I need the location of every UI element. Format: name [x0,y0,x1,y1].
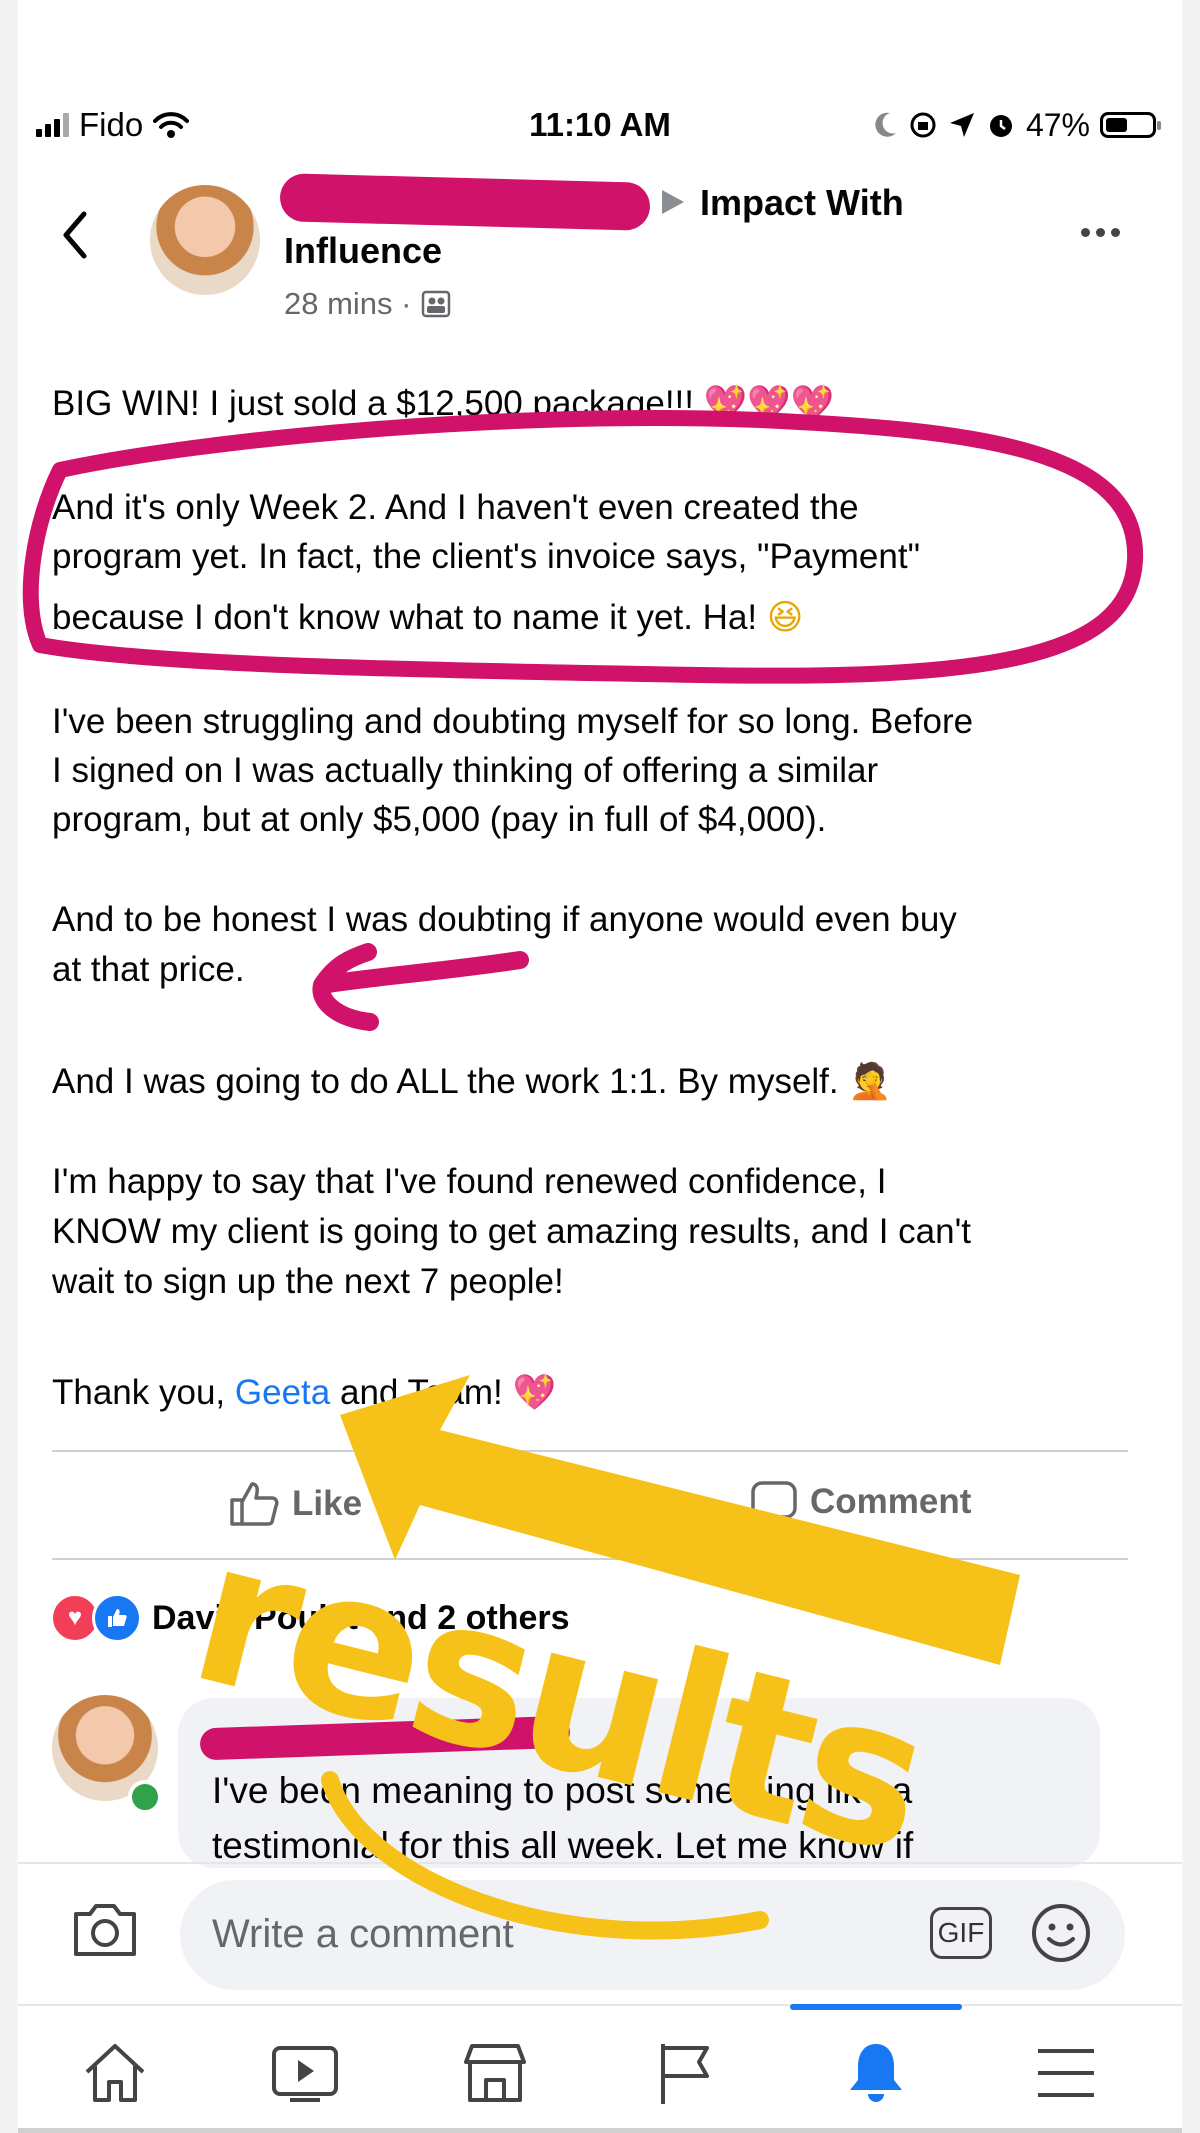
laughing-emoji: 😆 [766,598,804,638]
post-line-3: program yet. In fact, the client's invoi… [52,537,921,576]
author-avatar[interactable] [150,185,260,295]
post-line-11: I'm happy to say that I've found renewed… [52,1162,887,1201]
post-text: because I don't know what to name it yet… [52,598,758,637]
post-text: BIG WIN! I just sold a $12,500 package!!… [52,384,694,423]
group-name-continued[interactable]: Influence [284,230,442,272]
back-chevron-icon[interactable] [60,210,90,260]
post-text: And I was going to do ALL the work 1:1. … [52,1062,839,1101]
location-icon [949,113,974,137]
thumbs-up-icon [230,1482,279,1526]
moon-icon [875,112,896,137]
hamburger-menu-icon [1038,2049,1094,2097]
like-label: Like [292,1484,363,1523]
more-options-icon[interactable] [1081,228,1120,237]
emoji-picker-icon[interactable] [1030,1902,1092,1964]
mention-link[interactable]: Geeta [235,1373,330,1412]
post-line-7: program, but at only $5,000 (pay in full… [52,800,827,839]
screen-bottom-edge [18,2128,1182,2133]
post-time: 28 mins · [284,286,412,321]
sparkling-heart-emoji: 💖 [512,1373,557,1413]
battery-icon [1100,112,1161,138]
divider [52,1450,1128,1452]
post-line-10: And I was going to do ALL the work 1:1. … [52,1061,892,1102]
sparkling-hearts-emoji: 💖💖💖 [703,384,835,424]
bell-icon [850,2044,902,2102]
video-icon [272,2046,338,2102]
nav-divider [18,2004,1182,2006]
post-line-1: BIG WIN! I just sold a $12,500 package!!… [52,383,834,424]
gif-icon[interactable]: GIF [930,1907,992,1959]
post-text: and Team! [339,1373,503,1412]
comment-bubble-icon [751,1481,797,1519]
group-members-icon [422,290,451,318]
comment-line-2: testimonial for this all week. Let me kn… [212,1825,914,1866]
nav-menu[interactable] [1026,2038,1106,2108]
post-line-13: wait to sign up the next 7 people! [52,1262,564,1301]
status-bar: Fido 11:10 AM 47% [0,100,1200,150]
post-line-4: because I don't know what to name it yet… [52,598,803,638]
active-tab-indicator [790,2004,962,2010]
nav-pages[interactable] [645,2038,725,2108]
post-line-5: I've been struggling and doubting myself… [52,702,974,741]
marketplace-icon [464,2044,526,2102]
divider [52,1558,1128,1560]
post-line-2: And it's only Week 2. And I haven't even… [52,488,859,527]
triangle-arrow-icon [662,190,684,214]
comment-button[interactable]: Comment [750,1480,971,1524]
rotation-lock-icon [910,112,936,138]
reaction-names: David Poulet and 2 others [152,1598,570,1637]
post-text: Thank you, [52,1373,226,1412]
online-status-dot [128,1780,162,1814]
status-right: 47% [872,100,1161,150]
alarm-icon [989,115,1012,137]
nav-home[interactable] [75,2038,155,2108]
nav-watch[interactable] [265,2038,345,2108]
like-reaction-icon [92,1593,142,1643]
home-icon [85,2044,145,2102]
redacted-author-name [279,173,651,231]
post-line-9: at that price. [52,950,245,989]
camera-icon[interactable] [70,1900,140,1960]
frame-edge-left [0,0,18,2133]
group-name[interactable]: Impact With [700,182,904,224]
comment-placeholder: Write a comment [212,1912,514,1956]
nav-marketplace[interactable] [455,2038,535,2108]
flag-icon [661,2044,709,2104]
post-line-6: I signed on I was actually thinking of o… [52,751,879,790]
frame-edge-right [1182,0,1200,2133]
post-line-8: And to be honest I was doubting if anyon… [52,900,957,939]
like-button[interactable]: Like [228,1480,362,1528]
battery-percent: 47% [1025,106,1090,143]
composer-divider [18,1862,1182,1864]
comment-label: Comment [810,1482,972,1521]
post-meta: 28 mins · [284,286,451,322]
reactions-summary[interactable]: ♥ David Poulet and 2 others [50,1593,570,1643]
post-line-thanks: Thank you, Geeta and Team! 💖 [52,1372,556,1413]
facepalm-emoji: 🤦 [848,1062,892,1102]
nav-notifications[interactable] [836,2038,916,2108]
comment-line-1: I've been meaning to post something like… [212,1770,913,1811]
post-line-12: KNOW my client is going to get amazing r… [52,1212,972,1251]
